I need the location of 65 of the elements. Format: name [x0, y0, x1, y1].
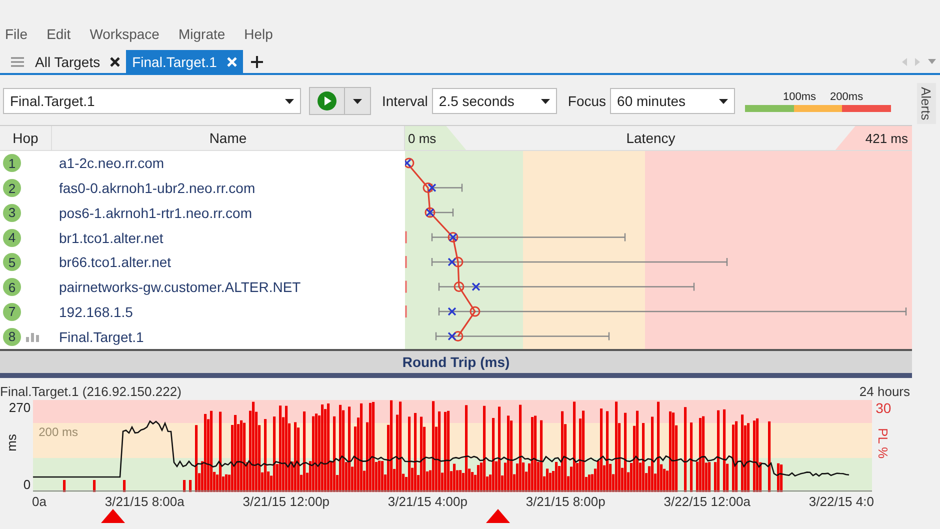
- focus-label: Focus: [568, 93, 606, 109]
- axis-tick: 3/21/15 12:00p: [242, 494, 330, 509]
- menu-item[interactable]: Help: [244, 26, 273, 42]
- legend-label: 100ms: [783, 90, 816, 102]
- axis-tick: 0a: [32, 494, 46, 509]
- menu-item[interactable]: Migrate: [178, 26, 226, 42]
- alert-marker-icon[interactable]: [486, 509, 510, 523]
- axis-tick: 0: [23, 477, 31, 492]
- hop-name[interactable]: a1-2c.neo.rr.com: [52, 155, 164, 172]
- time-span-label[interactable]: 24 hours: [859, 384, 910, 400]
- threshold-label: 200 ms: [38, 425, 78, 439]
- interval-select[interactable]: 2.5 seconds: [432, 88, 557, 114]
- menu-item[interactable]: Workspace: [90, 26, 160, 42]
- panel-title: Round Trip (ms): [402, 354, 510, 370]
- hop-name[interactable]: br1.tco1.alter.net: [52, 230, 164, 246]
- alert-marker-icon[interactable]: [101, 509, 125, 523]
- axis-tick: 270: [8, 400, 31, 415]
- hop-number: 1: [3, 154, 21, 172]
- hop-number: 6: [3, 278, 21, 296]
- caret-icon: [353, 98, 362, 104]
- axis-tick: 30: [876, 400, 892, 416]
- plus-icon: [250, 56, 263, 68]
- tab[interactable]: All Targets: [4, 50, 126, 73]
- caret-icon: [719, 98, 728, 104]
- list-icon: [10, 56, 25, 66]
- latency-min-label: 0 ms: [405, 126, 466, 150]
- dropdown-icon[interactable]: [928, 59, 936, 64]
- start-button[interactable]: [309, 87, 345, 115]
- axis-title: ms: [4, 434, 19, 452]
- hop-name[interactable]: pairnetworks-gw.customer.ALTER.NET: [52, 279, 301, 296]
- caret-icon: [540, 98, 550, 104]
- start-options-button[interactable]: [345, 87, 371, 115]
- hop-name[interactable]: 192.168.1.5: [52, 304, 133, 320]
- axis-tick: 3/22/15 4:0: [808, 494, 874, 509]
- chart-target-label: Final.Target.1 (216.92.150.222): [0, 384, 182, 400]
- hop-name[interactable]: pos6-1.akrnoh1-rtr1.neo.rr.com: [52, 204, 252, 221]
- menu-item[interactable]: Edit: [46, 26, 71, 42]
- caret-icon: [285, 98, 294, 104]
- hop-number: 3: [3, 204, 21, 222]
- play-icon: [317, 91, 337, 111]
- target-select[interactable]: Final.Target.1: [3, 88, 301, 114]
- close-icon[interactable]: [110, 56, 120, 66]
- column-header: Hop: [0, 126, 52, 150]
- hop-number: 8: [3, 328, 21, 346]
- hop-name[interactable]: Final.Target.1: [52, 328, 144, 345]
- bar-chart-icon[interactable]: [26, 331, 39, 342]
- axis-title: PL %: [876, 428, 891, 459]
- interval-label: Interval: [382, 93, 428, 109]
- hop-number: 4: [3, 228, 21, 247]
- side-tab[interactable]: Alerts: [916, 83, 936, 124]
- hop-name[interactable]: fas0-0.akrnoh1-ubr2.neo.rr.com: [52, 180, 256, 196]
- tab[interactable]: Final.Target.1: [126, 50, 243, 73]
- focus-select[interactable]: 60 minutes: [610, 88, 736, 114]
- hop-number: 7: [3, 302, 21, 321]
- axis-tick: 3/21/15 8:00p: [526, 494, 606, 509]
- latency-max-label: 421 ms: [835, 126, 912, 150]
- legend-label: 200ms: [830, 90, 864, 102]
- axis-tick: 3/22/15 12:00a: [664, 494, 751, 509]
- hop-name[interactable]: br66.tco1.alter.net: [52, 254, 172, 270]
- column-header: Latency: [625, 129, 676, 148]
- hop-number: 2: [3, 179, 21, 198]
- hop-number: 5: [3, 253, 21, 272]
- menu-item[interactable]: File: [5, 26, 28, 42]
- axis-tick: 3/21/15 4:00p: [388, 494, 468, 509]
- axis-tick: 3/21/15 8:00a: [104, 494, 184, 509]
